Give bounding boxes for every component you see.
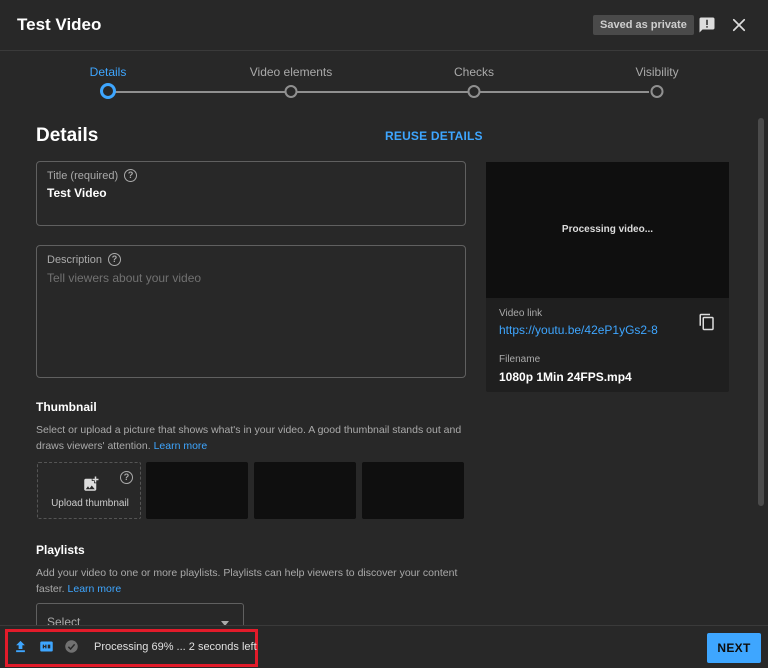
help-icon[interactable]: ? xyxy=(124,169,138,182)
thumbnail-description-text: Select or upload a picture that shows wh… xyxy=(36,424,462,452)
dialog-header: Test Video Saved as private xyxy=(0,0,768,51)
title-field-label: Title (required) xyxy=(47,169,119,182)
title-input[interactable]: Test Video xyxy=(47,186,107,200)
processing-video-text: Processing video... xyxy=(561,224,654,235)
title-field-label-row: Title (required) ? xyxy=(47,169,138,182)
playlists-learn-more-link[interactable]: Learn more xyxy=(68,583,122,595)
dialog-footer: Processing 69% ... 2 seconds left NEXT xyxy=(0,625,768,668)
step-video-elements-dot[interactable] xyxy=(284,85,298,98)
feedback-icon[interactable] xyxy=(698,16,716,34)
description-field-label: Description xyxy=(47,253,103,266)
step-checks-label[interactable]: Checks xyxy=(454,65,494,79)
auto-thumbnail-option[interactable] xyxy=(362,462,464,519)
check-circle-icon xyxy=(65,640,78,653)
filename-label: Filename xyxy=(499,354,541,365)
step-details-dot[interactable] xyxy=(100,83,116,99)
step-visibility-dot[interactable] xyxy=(650,85,664,98)
copy-icon[interactable] xyxy=(698,313,716,331)
filename-value: 1080p 1Min 24FPS.mp4 xyxy=(499,370,632,384)
close-icon[interactable] xyxy=(730,16,748,34)
step-visibility-label[interactable]: Visibility xyxy=(635,65,678,79)
step-video-elements-label[interactable]: Video elements xyxy=(250,65,333,79)
description-field[interactable]: Description ? Tell viewers about your vi… xyxy=(36,245,466,378)
help-icon[interactable]: ? xyxy=(108,253,122,266)
help-icon[interactable]: ? xyxy=(120,471,133,484)
video-preview: Processing video... xyxy=(486,162,729,298)
hd-icon xyxy=(40,641,53,652)
thumbnail-heading: Thumbnail xyxy=(36,400,97,414)
thumbnail-learn-more-link[interactable]: Learn more xyxy=(154,440,208,452)
upload-icon xyxy=(16,640,25,653)
dialog-title: Test Video xyxy=(17,15,102,34)
thumbnail-description: Select or upload a picture that shows wh… xyxy=(36,422,466,454)
next-button[interactable]: NEXT xyxy=(707,633,761,663)
playlists-heading: Playlists xyxy=(36,543,85,557)
stepper-track xyxy=(115,91,649,93)
video-link-label: Video link xyxy=(499,308,543,319)
upload-thumbnail-label: Upload thumbnail xyxy=(51,498,129,509)
description-field-label-row: Description ? xyxy=(47,253,122,266)
auto-thumbnail-option[interactable] xyxy=(146,462,248,519)
saved-status-badge: Saved as private xyxy=(593,15,694,35)
video-link[interactable]: https://youtu.be/42eP1yGs2-8 xyxy=(499,323,658,337)
description-input[interactable]: Tell viewers about your video xyxy=(47,271,201,285)
processing-status-text: Processing 69% ... 2 seconds left xyxy=(94,641,257,653)
add-image-icon xyxy=(84,476,99,491)
playlists-description: Add your video to one or more playlists.… xyxy=(36,565,466,597)
upload-thumbnail-button[interactable]: ? Upload thumbnail xyxy=(37,462,141,519)
reuse-details-button[interactable]: REUSE DETAILS xyxy=(385,129,483,143)
upload-stepper: Details Video elements Checks Visibility xyxy=(0,51,768,111)
video-preview-card: Processing video... Video link https://y… xyxy=(486,162,729,392)
step-checks-dot[interactable] xyxy=(467,85,481,98)
step-details-label[interactable]: Details xyxy=(90,65,127,79)
auto-thumbnail-option[interactable] xyxy=(254,462,356,519)
details-heading: Details xyxy=(36,125,99,146)
scrollbar-thumb[interactable] xyxy=(758,118,764,506)
title-field[interactable]: Title (required) ? Test Video xyxy=(36,161,466,226)
